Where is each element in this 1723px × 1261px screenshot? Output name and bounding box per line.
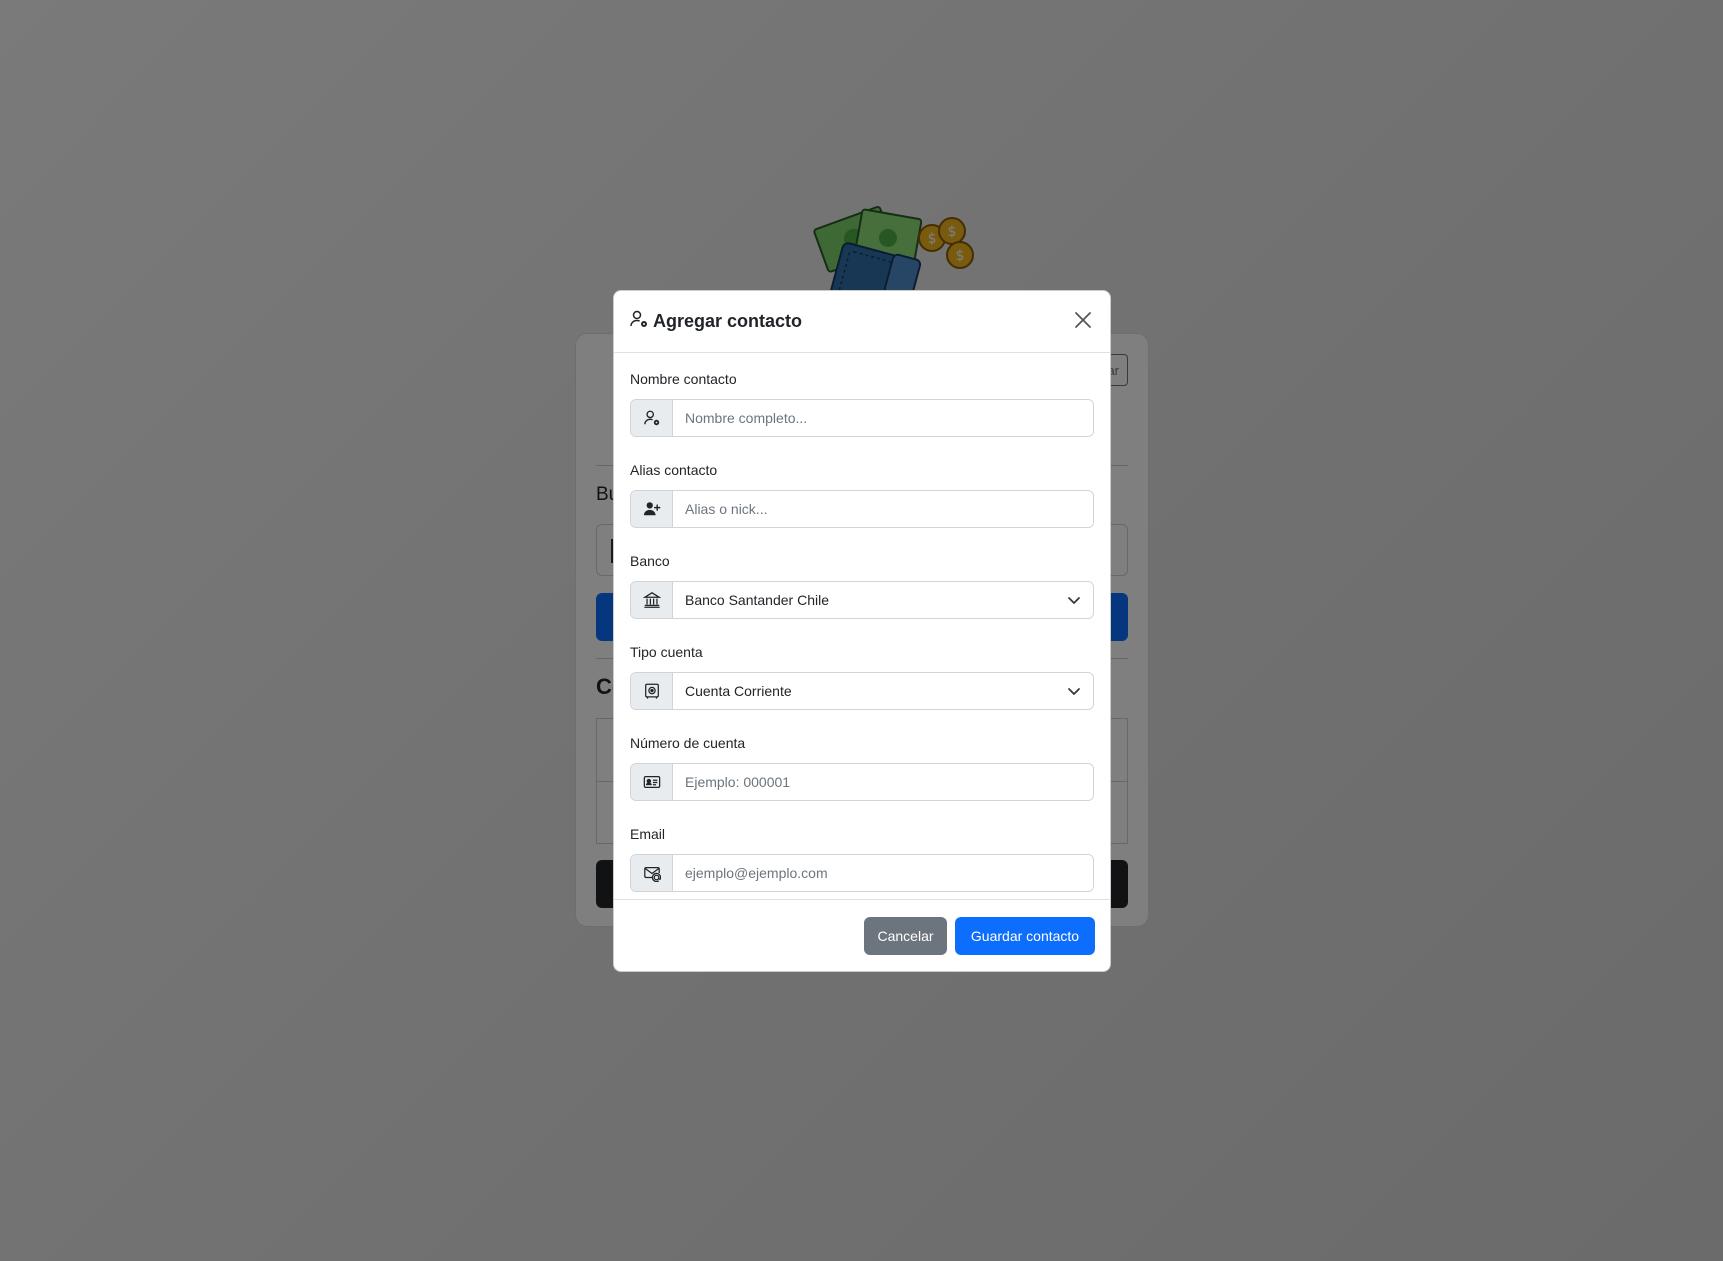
tipo-cuenta-label: Tipo cuenta [630,644,703,660]
chevron-down-icon [1067,684,1081,698]
person-gear-icon [631,400,673,436]
field-alias: Alias contacto [630,462,1094,528]
numero-cuenta-input[interactable] [673,764,1093,800]
close-button[interactable] [1071,310,1095,334]
modal-title: Agregar contacto [629,309,802,334]
tipo-cuenta-selected-value: Cuenta Corriente [685,683,792,699]
email-label: Email [630,826,666,842]
field-numero-cuenta: Número de cuenta [630,735,1094,801]
tipo-cuenta-input-group: Cuenta Corriente [630,672,1094,710]
cancel-button[interactable]: Cancelar [864,916,947,955]
modal-footer: Cancelar Guardar contacto [614,899,1110,971]
numero-cuenta-input-group [630,763,1094,801]
nombre-input-group [630,399,1094,437]
alias-input-group [630,490,1094,528]
nombre-input[interactable] [673,400,1093,436]
envelope-at-icon [631,855,673,891]
add-contact-modal: Agregar contacto Nombre contacto Nombre … [613,290,1111,972]
field-email: Email [630,826,1094,892]
alias-label: Alias contacto [630,462,718,478]
tipo-cuenta-select[interactable]: Cuenta Corriente [673,673,1093,709]
field-banco: Banco Banco Santander Chile [630,553,1094,619]
modal-title-text: Agregar contacto [653,311,803,331]
save-contact-button[interactable]: Guardar contacto [955,916,1095,955]
bank-icon [631,582,673,618]
chevron-down-icon [1067,593,1081,607]
person-plus-icon [631,491,673,527]
banco-select[interactable]: Banco Santander Chile [673,582,1093,618]
safe-icon [631,673,673,709]
close-icon [1074,311,1092,332]
nombre-label: Nombre contacto [630,371,737,387]
modal-body: Nombre contacto Alias contacto [614,353,1110,900]
id-card-icon [631,764,673,800]
email-input-group [630,854,1094,892]
person-gear-icon [629,309,649,334]
alias-input[interactable] [673,491,1093,527]
field-tipo-cuenta: Tipo cuenta Cuenta Corriente [630,644,1094,710]
email-input[interactable] [673,855,1093,891]
banco-label: Banco [630,553,670,569]
banco-selected-value: Banco Santander Chile [685,592,829,608]
field-nombre: Nombre contacto [630,371,1094,437]
modal-header: Agregar contacto [614,291,1110,353]
banco-input-group: Banco Santander Chile [630,581,1094,619]
numero-cuenta-label: Número de cuenta [630,735,746,751]
